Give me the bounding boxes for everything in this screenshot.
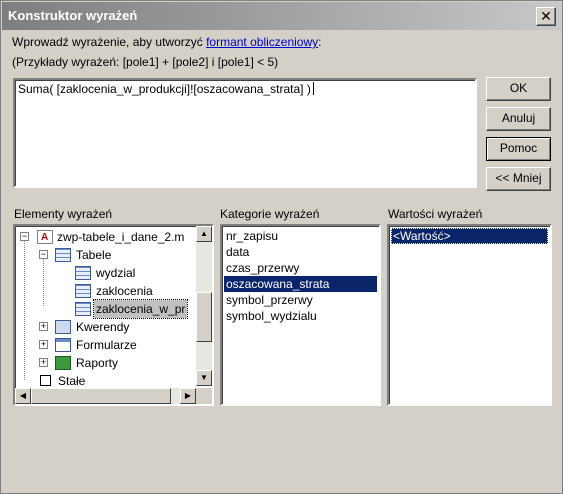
expression-input[interactable]: Suma( [zaklocenia_w_produkcji]![oszacowa… bbox=[13, 78, 477, 188]
tree-line bbox=[24, 240, 25, 380]
scroll-thumb[interactable] bbox=[31, 388, 171, 404]
window-title: Konstruktor wyrażeń bbox=[8, 8, 138, 23]
tables-icon bbox=[55, 248, 71, 262]
tree-item-label: wydzial bbox=[96, 266, 136, 280]
categories-label: Kategorie wyrażeń bbox=[220, 207, 320, 221]
scroll-down-button[interactable]: ▼ bbox=[196, 370, 212, 386]
tree-item-label: zaklocenia bbox=[96, 284, 153, 298]
elements-label: Elementy wyrażeń bbox=[14, 207, 113, 221]
tree-item-label: zaklocenia_w_pr bbox=[92, 299, 189, 319]
query-icon bbox=[55, 320, 71, 334]
report-icon bbox=[55, 356, 71, 370]
scroll-thumb[interactable] bbox=[196, 292, 212, 342]
categories-list[interactable]: nr_zapisu data czas_przerwy oszacowana_s… bbox=[220, 224, 381, 406]
collapse-icon[interactable]: − bbox=[39, 250, 48, 259]
prompt-colon: : bbox=[318, 35, 322, 49]
close-icon: ✕ bbox=[540, 8, 552, 24]
database-icon bbox=[37, 229, 53, 247]
list-item[interactable]: data bbox=[224, 244, 249, 260]
values-list[interactable]: <Wartość> bbox=[387, 224, 552, 406]
scroll-up-button[interactable]: ▲ bbox=[196, 226, 212, 242]
less-button[interactable]: << Mniej bbox=[486, 167, 551, 191]
form-icon bbox=[55, 338, 71, 352]
tree-line bbox=[43, 258, 44, 306]
prompt-examples: (Przykłady wyrażeń: [pole1] + [pole2] i … bbox=[12, 55, 279, 69]
cancel-button[interactable]: Anuluj bbox=[486, 107, 551, 131]
tree-item-label: Tabele bbox=[76, 248, 112, 262]
expression-text: Suma( [zaklocenia_w_produkcji]![oszacowa… bbox=[18, 82, 311, 96]
list-item[interactable]: czas_przerwy bbox=[224, 260, 299, 276]
table-icon bbox=[75, 302, 91, 316]
elements-tree[interactable]: − zwp-tabele_i_dane_2.m − Tabele wydzial… bbox=[13, 224, 214, 406]
values-label: Wartości wyrażeń bbox=[388, 207, 483, 221]
scroll-right-button[interactable]: ▶ bbox=[180, 388, 196, 404]
tree-item-label: Raporty bbox=[76, 356, 119, 370]
tree-item-label: Formularze bbox=[76, 338, 137, 352]
help-button[interactable]: Pomoc bbox=[486, 137, 551, 161]
constant-icon bbox=[40, 375, 51, 386]
prompt-line-1: Wprowadź wyrażenie, aby utworzyć formant… bbox=[12, 35, 321, 49]
list-item-selected[interactable]: oszacowana_strata bbox=[224, 276, 377, 292]
prompt-text: Wprowadź wyrażenie, aby utworzyć bbox=[12, 35, 207, 49]
expand-icon[interactable]: + bbox=[39, 358, 48, 367]
collapse-icon[interactable]: − bbox=[20, 232, 29, 241]
calculated-control-link[interactable]: formant obliczeniowy bbox=[206, 35, 318, 49]
table-icon bbox=[75, 284, 91, 298]
table-icon bbox=[75, 266, 91, 280]
scroll-left-button[interactable]: ◀ bbox=[15, 388, 31, 404]
scroll-corner bbox=[196, 388, 212, 404]
title-bar[interactable]: Konstruktor wyrażeń ✕ bbox=[2, 2, 561, 30]
list-item-selected[interactable]: <Wartość> bbox=[391, 228, 548, 244]
list-item[interactable]: symbol_przerwy bbox=[224, 292, 313, 308]
expand-icon[interactable]: + bbox=[39, 340, 48, 349]
close-button[interactable]: ✕ bbox=[536, 7, 556, 26]
tree-horizontal-scrollbar[interactable]: ◀ ▶ bbox=[15, 388, 196, 404]
text-caret bbox=[312, 82, 314, 95]
tree-vertical-scrollbar[interactable]: ▲ ▼ bbox=[196, 226, 212, 386]
ok-button[interactable]: OK bbox=[486, 77, 551, 101]
tree-item-label: zwp-tabele_i_dane_2.m bbox=[57, 230, 185, 244]
tree-item-label: Kwerendy bbox=[76, 320, 130, 334]
expand-icon[interactable]: + bbox=[39, 322, 48, 331]
expression-builder-dialog: Konstruktor wyrażeń ✕ Wprowadź wyrażenie… bbox=[0, 0, 563, 494]
list-item[interactable]: nr_zapisu bbox=[224, 228, 278, 244]
list-item[interactable]: symbol_wydzialu bbox=[224, 308, 317, 324]
